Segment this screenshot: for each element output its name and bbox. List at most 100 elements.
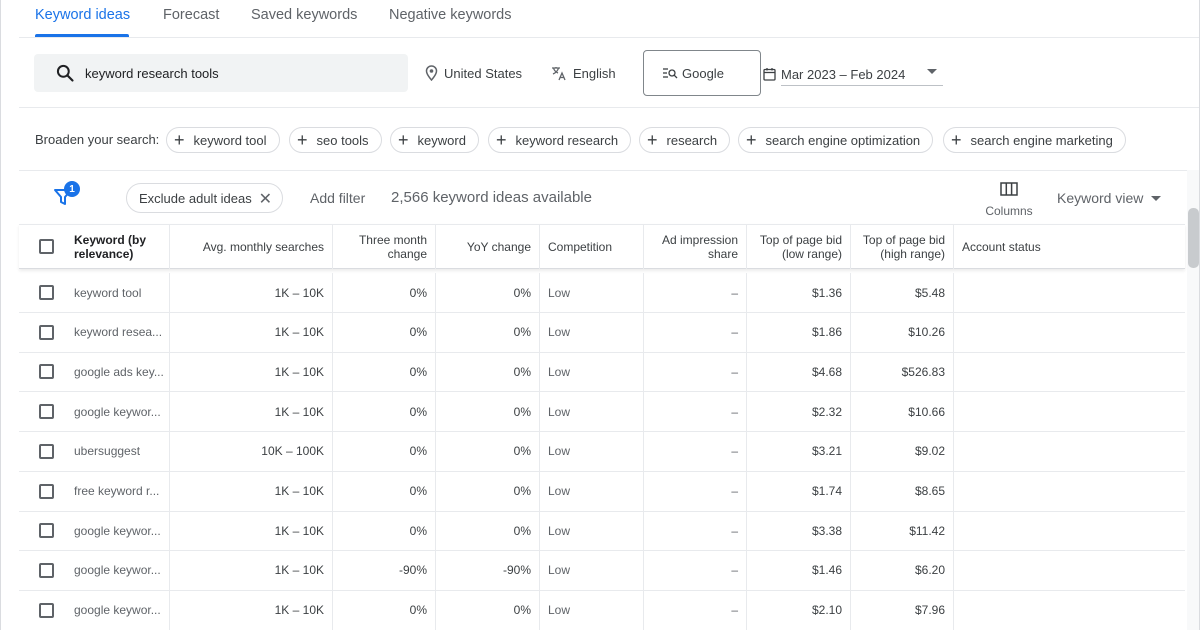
chevron-down-icon <box>927 69 937 74</box>
three-month-cell: 0% <box>333 352 436 392</box>
yoy-cell: 0% <box>436 511 540 551</box>
bid-high-cell: $9.02 <box>851 431 954 471</box>
add-filter-button[interactable]: Add filter <box>310 190 365 206</box>
chip-label: search engine optimization <box>765 132 921 148</box>
table-row[interactable]: google keywor... 1K – 10K 0% 0% Low – $2.10 $7.… <box>19 590 1185 630</box>
yoy-cell: 0% <box>436 352 540 392</box>
tab-keyword-ideas[interactable]: Keyword ideas <box>35 0 130 38</box>
plus-icon: + <box>174 130 185 150</box>
competition-cell: Low <box>540 352 644 392</box>
date-range-selector[interactable]: Mar 2023 – Feb 2024 <box>763 62 943 86</box>
chip-label: research <box>666 132 718 148</box>
table-row[interactable]: keyword resea... 1K – 10K 0% 0% Low – $1.86 $10… <box>19 312 1185 353</box>
filter-count-badge: 1 <box>64 181 80 197</box>
yoy-cell: 0% <box>436 392 540 432</box>
tab-saved-keywords[interactable]: Saved keywords <box>251 0 357 38</box>
bid-low-cell: $1.86 <box>747 312 851 352</box>
location-selector[interactable]: United States <box>425 62 522 84</box>
avg-searches-cell: 1K – 10K <box>170 312 333 352</box>
col-bid-low[interactable]: Top of page bid (low range) <box>747 225 851 269</box>
table-row[interactable]: free keyword r... 1K – 10K 0% 0% Low – $1.74 $8… <box>19 471 1185 512</box>
chevron-down-icon <box>1151 195 1162 201</box>
broaden-chip[interactable]: + search engine marketing <box>943 127 1126 153</box>
keyword-planner-window: Keyword ideas Forecast Saved keywords Ne… <box>0 0 1200 630</box>
divider <box>19 170 1199 171</box>
broaden-label: Broaden your search: <box>35 132 160 147</box>
col-bid-high[interactable]: Top of page bid (high range) <box>851 225 954 269</box>
bid-high-cell: $10.66 <box>851 392 954 432</box>
col-yoy[interactable]: YoY change <box>436 225 540 269</box>
three-month-cell: 0% <box>333 431 436 471</box>
tab-negative-keywords[interactable]: Negative keywords <box>389 0 512 38</box>
competition-cell: Low <box>540 273 644 312</box>
table-row[interactable]: google ads key... 1K – 10K 0% 0% Low – $4.68 $5… <box>19 352 1185 393</box>
table-row[interactable]: google keywor... 1K – 10K 0% 0% Low – $3.38 $11… <box>19 511 1185 552</box>
col-ad-impression[interactable]: Ad impression share <box>644 225 747 269</box>
broaden-chip[interactable]: + keyword tool <box>166 127 280 153</box>
three-month-cell: 0% <box>333 273 436 312</box>
keyword-search-field[interactable]: keyword research tools <box>34 54 408 92</box>
col-avg-searches[interactable]: Avg. monthly searches <box>170 225 333 269</box>
ad-impression-cell: – <box>644 590 747 630</box>
keyword-view-dropdown[interactable]: Keyword view <box>1057 190 1162 206</box>
close-icon[interactable]: ✕ <box>259 189 272 209</box>
tab-forecast[interactable]: Forecast <box>163 0 219 38</box>
search-value[interactable]: keyword research tools <box>85 66 219 81</box>
language-selector[interactable]: English <box>551 62 616 84</box>
plus-icon: + <box>647 130 658 150</box>
date-range-underline <box>781 85 943 86</box>
chip-label: keyword <box>417 132 466 148</box>
bid-low-cell: $1.36 <box>747 273 851 312</box>
columns-label: Columns <box>985 204 1033 218</box>
keyword-cell: google keywor... <box>19 511 170 551</box>
keyword-cell: google ads key... <box>19 352 170 392</box>
competition-cell: Low <box>540 392 644 432</box>
col-keyword[interactable]: Keyword (by relevance) <box>19 225 170 269</box>
bid-high-cell: $6.20 <box>851 550 954 590</box>
three-month-cell: 0% <box>333 392 436 432</box>
search-network-selector[interactable]: Google <box>643 50 761 96</box>
header-label: Top of page bid (low range) <box>759 233 842 261</box>
bid-low-cell: $4.68 <box>747 352 851 392</box>
plus-icon: + <box>398 130 409 150</box>
broaden-chip[interactable]: + research <box>639 127 731 153</box>
avg-searches-cell: 1K – 10K <box>170 392 333 432</box>
table-row[interactable]: google keywor... 1K – 10K -90% -90% Low – $1.4… <box>19 550 1185 591</box>
competition-cell: Low <box>540 312 644 352</box>
columns-icon <box>1000 182 1018 196</box>
chip-label: seo tools <box>316 132 369 148</box>
tab-bar: Keyword ideas Forecast Saved keywords Ne… <box>1 0 1199 38</box>
col-competition[interactable]: Competition <box>540 225 644 269</box>
scrollbar-thumb[interactable] <box>1188 208 1199 268</box>
broaden-chip[interactable]: + keyword <box>390 127 479 153</box>
search-network-icon <box>663 68 678 79</box>
yoy-cell: 0% <box>436 431 540 471</box>
chip-label: keyword research <box>515 132 619 148</box>
columns-button[interactable]: Columns <box>981 180 1037 220</box>
col-three-month[interactable]: Three month change <box>333 225 436 269</box>
broaden-chip[interactable]: + seo tools <box>289 127 382 153</box>
ad-impression-cell: – <box>644 392 747 432</box>
exclude-adult-ideas-chip[interactable]: Exclude adult ideas ✕ <box>126 183 283 213</box>
divider <box>19 107 1199 108</box>
view-label: Keyword view <box>1057 190 1144 206</box>
table-row[interactable]: google keywor... 1K – 10K 0% 0% Low – $2.32 $10… <box>19 392 1185 433</box>
table-row[interactable]: ubersuggest 10K – 100K 0% 0% Low – $3.21 $9.02 <box>19 431 1185 472</box>
search-icon <box>54 62 76 84</box>
broaden-chip[interactable]: + search engine optimization <box>738 127 934 153</box>
bid-low-cell: $2.10 <box>747 590 851 630</box>
broaden-chip[interactable]: + keyword research <box>488 127 632 153</box>
chip-label: keyword tool <box>193 132 267 148</box>
keyword-cell: google keywor... <box>19 550 170 590</box>
keyword-cell: keyword resea... <box>19 312 170 352</box>
table-row[interactable]: keyword tool 1K – 10K 0% 0% Low – $1.36 $5.48 <box>19 273 1185 313</box>
competition-cell: Low <box>540 590 644 630</box>
ad-impression-cell: – <box>644 431 747 471</box>
date-range-label: Mar 2023 – Feb 2024 <box>781 66 906 82</box>
ad-impression-cell: – <box>644 312 747 352</box>
plus-icon: + <box>746 130 757 150</box>
header-label: Account status <box>962 240 1041 254</box>
account-status-cell <box>954 352 1185 391</box>
bid-low-cell: $1.74 <box>747 471 851 511</box>
col-account-status[interactable]: Account status <box>954 225 1185 269</box>
